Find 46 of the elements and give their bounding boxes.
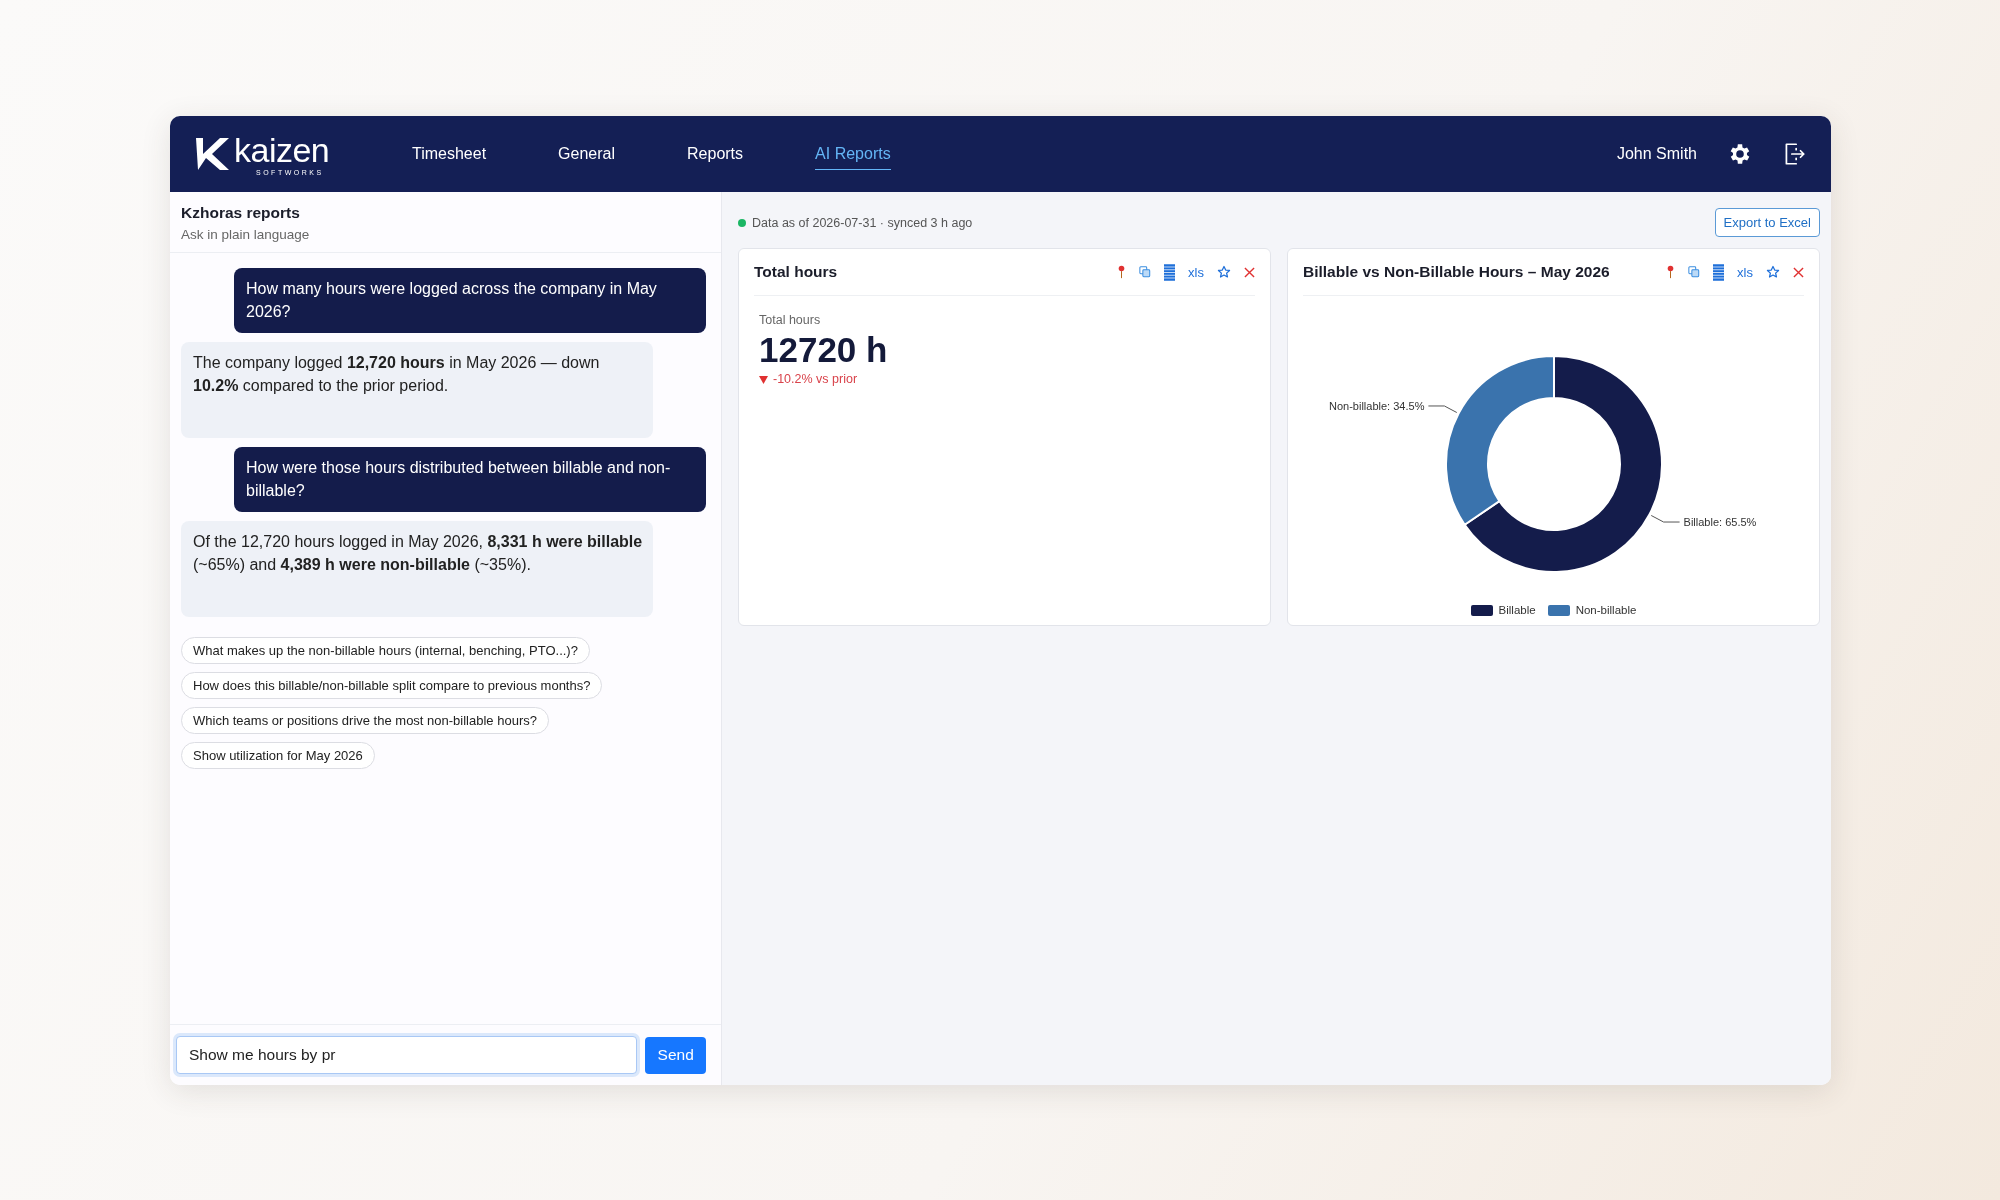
pin-icon[interactable] — [1666, 265, 1676, 279]
legend-swatch — [1547, 604, 1570, 616]
close-icon[interactable] — [1793, 266, 1804, 278]
data-label: Billable: 65.5% — [1683, 516, 1756, 528]
copy-icon[interactable] — [1688, 266, 1701, 278]
sync-status-dot — [738, 218, 746, 227]
metric-value: 12720 h — [759, 330, 889, 370]
legend-label: Non-billable — [1575, 604, 1637, 616]
panel-title: Kzhoras reports — [181, 204, 301, 222]
export-button[interactable]: Export to Excel — [1714, 208, 1820, 237]
logo-wordmark: kaizen — [234, 132, 330, 167]
legend-label: Billable — [1498, 604, 1536, 616]
send-button[interactable]: Send — [645, 1036, 706, 1074]
leader-line — [1427, 405, 1457, 414]
suggestion-chip[interactable]: How does this billable/non-billable split compare to previous months? — [181, 672, 603, 699]
xls-link[interactable]: xls — [1188, 264, 1204, 280]
copy-icon[interactable] — [1139, 266, 1152, 278]
panel-subtitle: Ask in plain language — [181, 227, 311, 242]
star-icon[interactable] — [1766, 265, 1780, 279]
nav-tab[interactable]: Reports — [687, 138, 744, 170]
suggestion-chip[interactable]: What makes up the non-billable hours (internal, benching, PTO...)? — [181, 637, 590, 664]
table-icon[interactable] — [1713, 263, 1725, 281]
suggestion-chip[interactable]: Which teams or positions drive the most non-billable hours? — [181, 707, 549, 734]
nav-tab[interactable]: AI Reports — [815, 138, 891, 170]
card-title: Total hours — [754, 263, 838, 281]
star-icon[interactable] — [1217, 265, 1231, 279]
metric-label: Total hours — [759, 313, 822, 327]
close-icon[interactable] — [1244, 266, 1255, 278]
legend-swatch — [1470, 604, 1493, 616]
assistant-message: The company logged 12,720 hours in May 2026 — down 10.2% compared to the prior period. — [181, 342, 653, 438]
assistant-message: Of the 12,720 hours logged in May 2026, 8,331 h were billable (~65%) and 4,389 h were non-billable (~35%). — [181, 521, 653, 617]
message-input[interactable]: Show me hours by pr — [176, 1036, 638, 1074]
suggestion-chip[interactable]: Show utilization for May 2026 — [181, 742, 375, 769]
nav-tab[interactable]: General — [558, 138, 616, 170]
leader-line — [1650, 514, 1680, 523]
data-label: Non-billable: 34.5% — [1328, 400, 1424, 412]
nav-tab[interactable]: Timesheet — [412, 138, 487, 170]
table-icon[interactable] — [1164, 263, 1176, 281]
metric-change: -10.2% vs prior — [773, 372, 858, 386]
user-message: How were those hours distributed between billable and non-billable? — [234, 447, 706, 512]
user-name[interactable]: John Smith — [1616, 145, 1697, 163]
pin-icon[interactable] — [1117, 265, 1127, 279]
sync-status-text: Data as of 2026-07-31 · synced 3 h ago — [752, 215, 973, 230]
card-title: Billable vs Non-Billable Hours – May 2026 — [1303, 263, 1610, 281]
xls-link[interactable]: xls — [1737, 264, 1753, 280]
user-message: How many hours were logged across the company in May 2026? — [234, 268, 706, 333]
